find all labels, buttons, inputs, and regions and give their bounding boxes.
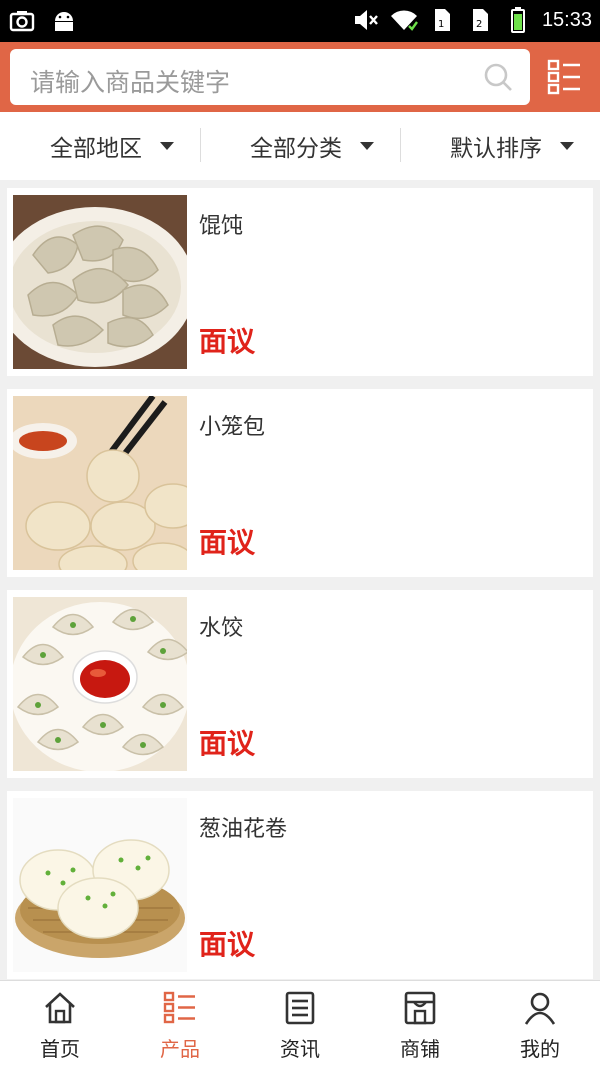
sort-filter-label: 默认排序 xyxy=(450,136,542,162)
nav-products-label: 产品 xyxy=(160,1037,200,1061)
nav-home-label: 首页 xyxy=(40,1037,80,1061)
caret-down-icon xyxy=(560,142,574,150)
sim1-icon: 1 xyxy=(434,9,450,31)
nav-news-label: 资讯 xyxy=(280,1037,320,1061)
battery-icon xyxy=(510,7,525,33)
home-icon xyxy=(45,992,75,1024)
list-icon xyxy=(163,991,195,1024)
product-name: 葱油花卷 xyxy=(199,817,288,842)
search-placeholder: 请输入商品关键字 xyxy=(30,68,231,97)
caret-down-icon xyxy=(360,142,374,150)
product-card[interactable]: 馄饨 面议 xyxy=(7,188,593,376)
product-name: 水饺 xyxy=(199,616,244,641)
wifi-icon xyxy=(390,10,418,31)
nav-home[interactable]: 首页 xyxy=(0,981,120,1067)
news-icon xyxy=(285,991,315,1025)
divider xyxy=(400,128,401,162)
product-image xyxy=(13,597,187,771)
nav-news[interactable]: 资讯 xyxy=(240,981,360,1067)
category-menu-icon[interactable] xyxy=(547,59,581,95)
bottom-nav: 首页 产品 资讯 商铺 我的 xyxy=(0,980,600,1067)
product-price: 面议 xyxy=(199,526,256,559)
divider xyxy=(200,128,201,162)
product-card[interactable]: 水饺 面议 xyxy=(7,590,593,778)
product-card[interactable]: 葱油花卷 面议 xyxy=(7,791,593,979)
nav-store-label: 商铺 xyxy=(400,1037,440,1061)
product-name: 小笼包 xyxy=(199,415,266,440)
svg-text:2: 2 xyxy=(476,19,482,30)
product-image xyxy=(13,396,187,570)
sort-filter[interactable]: 默认排序 xyxy=(450,112,574,180)
nav-store[interactable]: 商铺 xyxy=(360,981,480,1067)
nav-products[interactable]: 产品 xyxy=(120,981,240,1067)
search-icon[interactable] xyxy=(482,61,514,93)
android-icon xyxy=(55,12,73,31)
product-name: 馄饨 xyxy=(199,214,244,239)
product-price: 面议 xyxy=(199,727,256,760)
category-filter-label: 全部分类 xyxy=(250,136,342,162)
header: 请输入商品关键字 xyxy=(0,42,600,112)
product-image xyxy=(13,798,187,972)
product-image xyxy=(13,195,187,369)
caret-down-icon xyxy=(160,142,174,150)
category-filter[interactable]: 全部分类 xyxy=(250,112,374,180)
sim2-icon: 2 xyxy=(472,9,488,31)
region-filter[interactable]: 全部地区 xyxy=(50,112,174,180)
store-icon xyxy=(404,991,436,1025)
product-price: 面议 xyxy=(199,325,256,358)
svg-text:1: 1 xyxy=(438,19,444,30)
search-input[interactable]: 请输入商品关键字 xyxy=(10,49,530,105)
product-card[interactable]: 小笼包 面议 xyxy=(7,389,593,577)
mute-icon xyxy=(354,10,378,30)
region-filter-label: 全部地区 xyxy=(50,136,142,162)
product-price: 面议 xyxy=(199,928,256,961)
screenshot-icon xyxy=(9,11,35,32)
filter-bar: 全部地区 全部分类 默认排序 xyxy=(0,112,600,180)
user-icon xyxy=(524,992,556,1025)
nav-me[interactable]: 我的 xyxy=(480,981,600,1067)
status-bar: 1 2 15:33 xyxy=(0,0,600,42)
clock: 15:33 xyxy=(541,8,592,31)
nav-me-label: 我的 xyxy=(520,1037,560,1061)
